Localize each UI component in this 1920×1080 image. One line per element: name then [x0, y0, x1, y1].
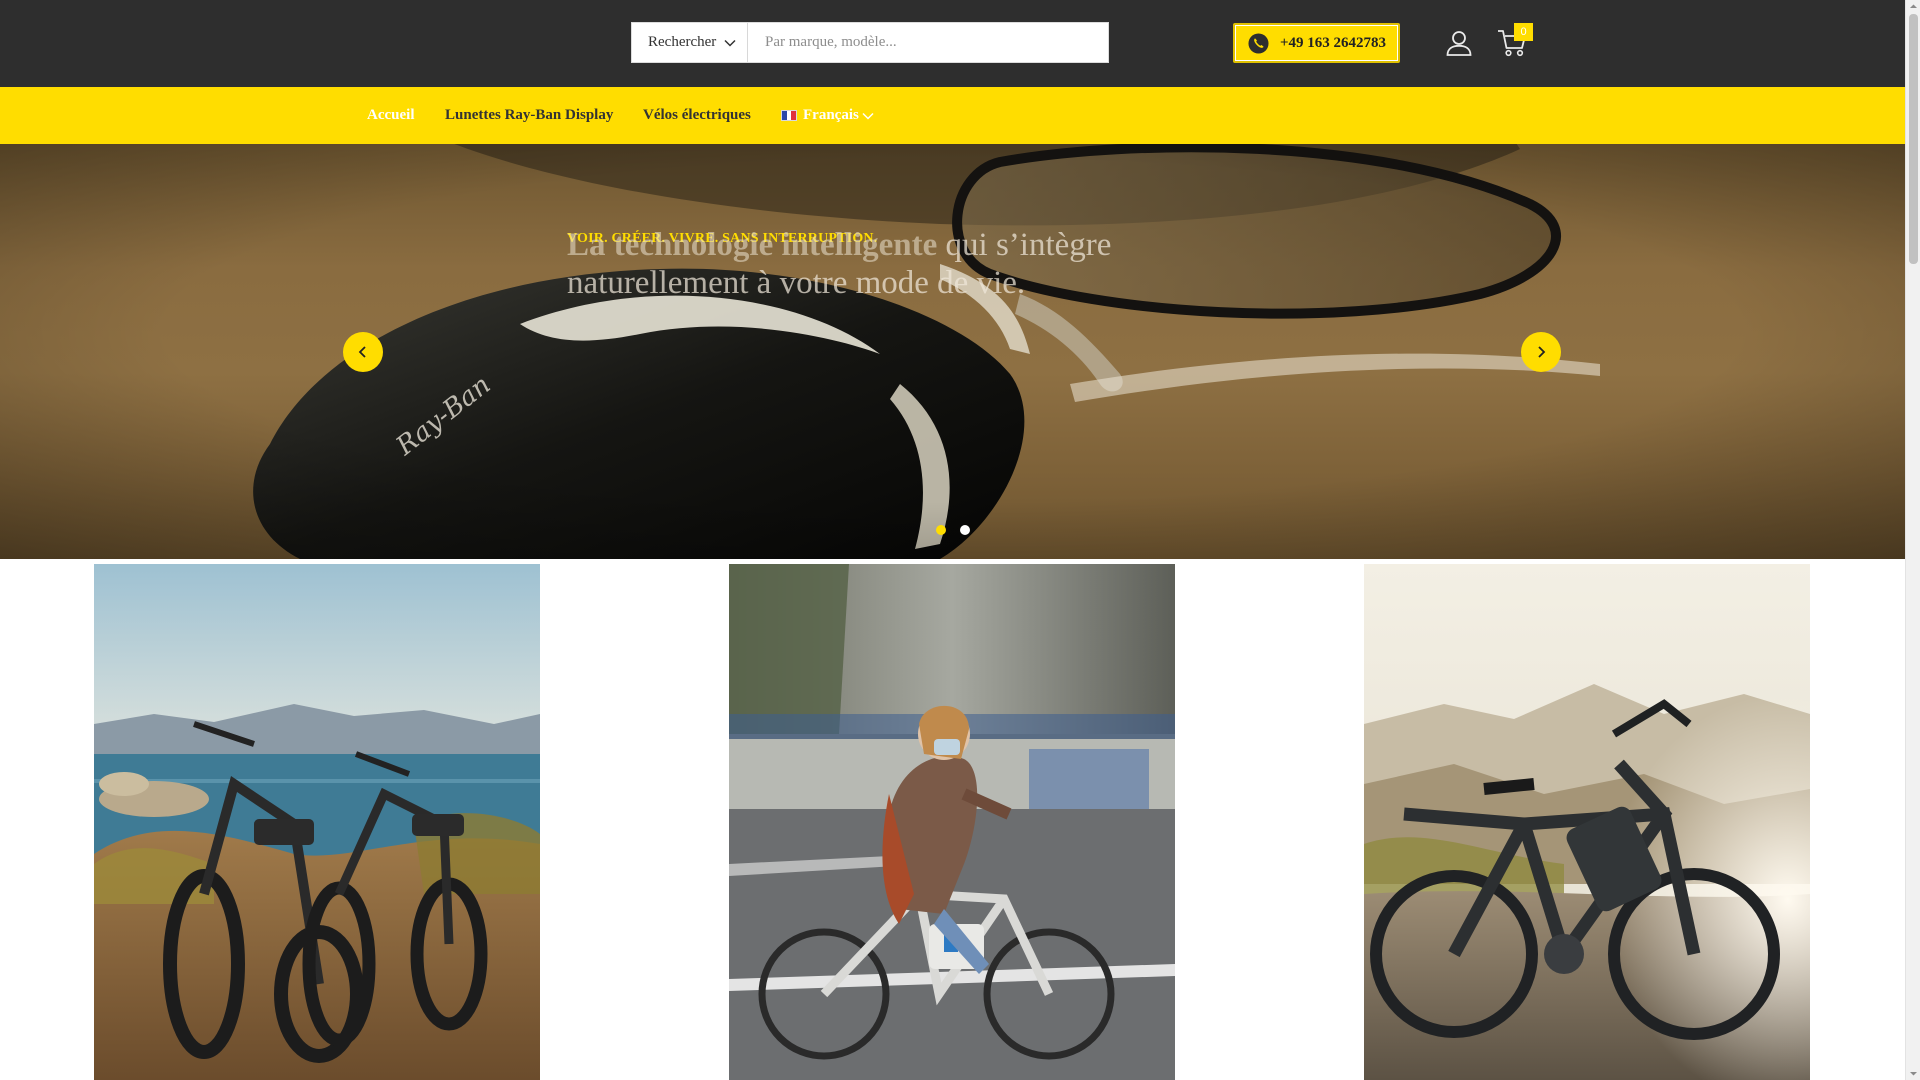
product-tile-ebikes-lake[interactable] [94, 564, 540, 1080]
chevron-down-icon [724, 39, 736, 47]
search-bar: Rechercher [631, 22, 1109, 63]
slider-next-button[interactable] [1521, 332, 1561, 372]
search-category-select[interactable]: Rechercher [632, 23, 748, 62]
chevron-down-icon [862, 112, 874, 120]
search-category-label: Rechercher [648, 34, 717, 50]
hero-headline: La technologie intelligente qui s’intègr… [567, 226, 1187, 302]
hero-slider: Ray-Ban VOIR. CRÉER. VIVRE. SANS INTERRU… [0, 144, 1905, 559]
language-switcher[interactable]: Français [781, 87, 874, 144]
product-tile-city-rider[interactable] [729, 564, 1175, 1080]
chevron-right-icon [1538, 346, 1546, 358]
user-icon[interactable] [1445, 29, 1473, 57]
chevron-left-icon [358, 346, 366, 358]
nav-item-velos-electriques[interactable]: Vélos électriques [643, 87, 751, 144]
hero-sunglasses-image: Ray-Ban [0, 144, 1905, 559]
hero-headline-bold: La technologie intelligente [567, 227, 938, 263]
product-tile-mountain-ebike[interactable] [1364, 564, 1810, 1080]
phone-number: +49 163 2642783 [1280, 34, 1387, 51]
main-nav: Accueil Lunettes Ray-Ban Display Vélos é… [0, 87, 1905, 144]
search-input[interactable] [748, 23, 1108, 62]
slider-dot-1[interactable] [936, 525, 946, 535]
language-label: Français [803, 107, 859, 123]
scroll-up-arrow-icon[interactable] [1909, 2, 1918, 11]
cart-count-badge: 0 [1514, 23, 1533, 41]
phone-icon [1248, 32, 1269, 54]
nav-item-accueil[interactable]: Accueil [367, 87, 414, 144]
phone-button[interactable]: +49 163 2642783 [1233, 23, 1400, 63]
scroll-down-arrow-icon[interactable] [1909, 1069, 1918, 1078]
slider-dot-2[interactable] [960, 525, 970, 535]
nav-item-rayban-display[interactable]: Lunettes Ray-Ban Display [445, 87, 613, 144]
city-rider-image [729, 564, 1175, 1080]
top-header: Rechercher +49 163 2642783 0 [0, 0, 1905, 87]
slider-prev-button[interactable] [343, 332, 383, 372]
ebikes-lake-image [94, 564, 540, 1080]
page-scrollbar[interactable] [1905, 0, 1920, 1080]
mountain-ebike-image [1364, 564, 1810, 1080]
scroll-thumb[interactable] [1909, 14, 1918, 264]
fr-flag-icon [781, 110, 797, 121]
